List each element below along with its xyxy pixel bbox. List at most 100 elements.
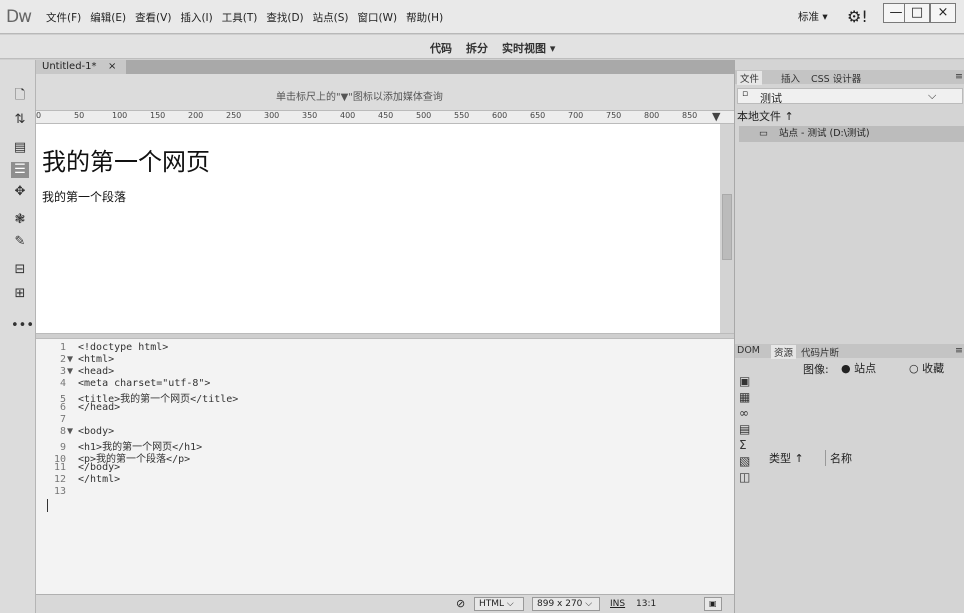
ruler-tick: 300 [264,111,280,120]
ruler-tick: 850 [682,111,698,120]
media-query-hint: 单击标尺上的"▼"图标以添加媒体查询 [276,92,443,103]
menu-site[interactable]: 站点(S) [313,10,349,25]
insert-mode-indicator[interactable]: INS [610,599,625,609]
menu-find[interactable]: 查找(D) [266,10,303,25]
right-panel: 文件 插入 CSS 设计器 ≡ ▫ 测试 ⌵ 本地文件 ↑ ▭ 站点 - 测试 … [734,60,964,613]
gear-icon[interactable]: ⚙! [847,7,868,26]
menu-edit[interactable]: 编辑(E) [90,10,126,25]
site-tree-row[interactable]: ▭ 站点 - 测试 (D:\测试) [739,126,964,142]
restore-button[interactable]: □ [904,3,930,23]
column-type[interactable]: 类型 ↑ [769,450,804,466]
document-tab-title: Untitled-1* [42,61,97,72]
live-view[interactable]: 我的第一个网页 我的第一个段落 [36,124,720,333]
files-icon[interactable]: ⊞ [11,286,29,302]
template-icon[interactable]: ▧ [739,454,759,470]
site-name: 测试 [760,92,782,105]
ruler-tick: 650 [530,111,546,120]
menu-view[interactable]: 查看(V) [135,10,171,25]
local-files-header[interactable]: 本地文件 ↑ [737,108,794,124]
column-name[interactable]: 名称 [825,450,852,466]
close-icon[interactable]: × [108,60,116,74]
validation-ok-icon[interactable]: ⊘ [456,597,465,610]
tab-dom[interactable]: DOM [737,345,760,356]
asset-columns: 类型 ↑ 名称 [765,450,964,466]
chevron-down-icon[interactable]: ⌵ [928,89,936,103]
css-icon[interactable]: ✥ [11,184,29,200]
media-icon[interactable]: ▤ [739,422,759,438]
menu-file[interactable]: 文件(F) [46,10,81,25]
color-icon[interactable]: ▦ [739,390,759,406]
more-icon[interactable]: ••• [11,318,34,334]
ruler-tick: 600 [492,111,508,120]
scrollbar-thumb[interactable] [722,194,732,260]
image-icon[interactable]: ▣ [739,374,759,390]
ruler-tick: 800 [644,111,660,120]
assets-panel: DOM 资源 代码片断 ≡ 图像: ● 站点 ○ 收藏 ▣ ▦ ∞ ▤ Σ ▧ … [735,344,964,613]
behaviors-icon[interactable]: ❃ [11,212,29,228]
code-line: 3▼ <head> [59,366,115,377]
script-icon[interactable]: Σ [739,438,759,454]
split-view-button[interactable]: 拆分 [466,40,488,56]
tab-snippets[interactable]: 代码片断 [801,345,839,359]
sort-icon[interactable]: ⇅ [11,112,29,128]
new-file-icon[interactable]: 🗋 [11,88,29,104]
assets-icon[interactable]: ⊟ [11,262,29,278]
preview-icon[interactable]: ▣ [704,597,722,611]
insert-icon[interactable]: ▤ [11,140,29,156]
media-query-bar: 单击标尺上的"▼"图标以添加媒体查询 [36,74,734,110]
code-line: 13 [53,486,66,497]
menu-tools[interactable]: 工具(T) [222,10,258,25]
ruler[interactable]: 0 50 100 150 200 250 300 350 400 450 500… [36,110,734,124]
text-caret [47,499,48,512]
ruler-tick: 0 [36,111,42,120]
tab-assets[interactable]: 资源 [771,345,797,359]
site-tree-label: 站点 - 测试 (D:\测试) [779,128,870,139]
media-query-marker-icon[interactable]: ▼ [712,110,720,123]
code-view[interactable]: 1 <!doctype html> 2▼ <html> 3▼ <head> 4 <met… [36,339,734,594]
live-paragraph[interactable]: 我的第一个段落 [42,188,126,205]
view-toolbar: 代码 拆分 实时视图 ▾ [0,35,964,59]
ruler-tick: 150 [150,111,166,120]
menu-insert[interactable]: 插入(I) [180,10,212,25]
document-tab[interactable]: Untitled-1* × [36,60,126,74]
tab-css-designer[interactable]: CSS 设计器 [811,71,861,85]
window-size-select[interactable]: 899 x 270 ⌵ [532,597,600,611]
tab-insert[interactable]: 插入 [781,71,800,85]
snippets-icon[interactable]: ✎ [11,234,29,250]
radio-site[interactable]: ● 站点 [841,360,876,376]
code-view-button[interactable]: 代码 [430,40,452,56]
properties-icon[interactable]: ☰ [11,162,29,178]
ruler-tick: 750 [606,111,622,120]
ruler-tick: 500 [416,111,432,120]
code-line: 1 <!doctype html> [59,342,169,353]
ruler-tick: 350 [302,111,318,120]
code-line: 9 <h1>我的第一个网页</h1> [59,442,203,453]
language-select[interactable]: HTML ⌵ [474,597,524,611]
workspace-switcher[interactable]: 标准 ▾ [798,9,828,24]
panel-menu-icon[interactable]: ≡ [955,345,963,356]
folder-icon: ▭ [759,128,768,139]
code-line: 6 </head> [59,402,121,413]
assets-panel-tabs: DOM 资源 代码片断 ≡ [735,344,964,359]
app-logo: Dw [6,7,32,27]
assets-filter-row: 图像: ● 站点 ○ 收藏 [735,360,964,376]
ruler-tick: 100 [112,111,128,120]
panel-menu-icon[interactable]: ≡ [955,71,963,82]
ruler-tick: 250 [226,111,242,120]
link-icon[interactable]: ∞ [739,406,759,422]
code-line: 10 <p>我的第一个段落</p> [53,454,191,465]
tab-files[interactable]: 文件 [737,71,763,85]
code-line: 12 </html> [53,474,121,485]
live-view-button[interactable]: 实时视图 ▾ [502,40,555,56]
images-label: 图像: [803,363,829,376]
menu-window[interactable]: 窗口(W) [358,10,398,25]
live-heading[interactable]: 我的第一个网页 [42,142,210,177]
code-line: 5 <title>我的第一个网页</title> [59,394,239,405]
menu-help[interactable]: 帮助(H) [406,10,443,25]
menu-bar: Dw 文件(F) 编辑(E) 查看(V) 插入(I) 工具(T) 查找(D) 站… [0,0,964,34]
live-view-scrollbar[interactable] [720,124,734,333]
close-button[interactable]: × [930,3,956,23]
site-select[interactable]: ▫ 测试 ⌵ [737,88,963,105]
library-icon[interactable]: ◫ [739,470,759,486]
radio-favorites[interactable]: ○ 收藏 [909,360,944,376]
